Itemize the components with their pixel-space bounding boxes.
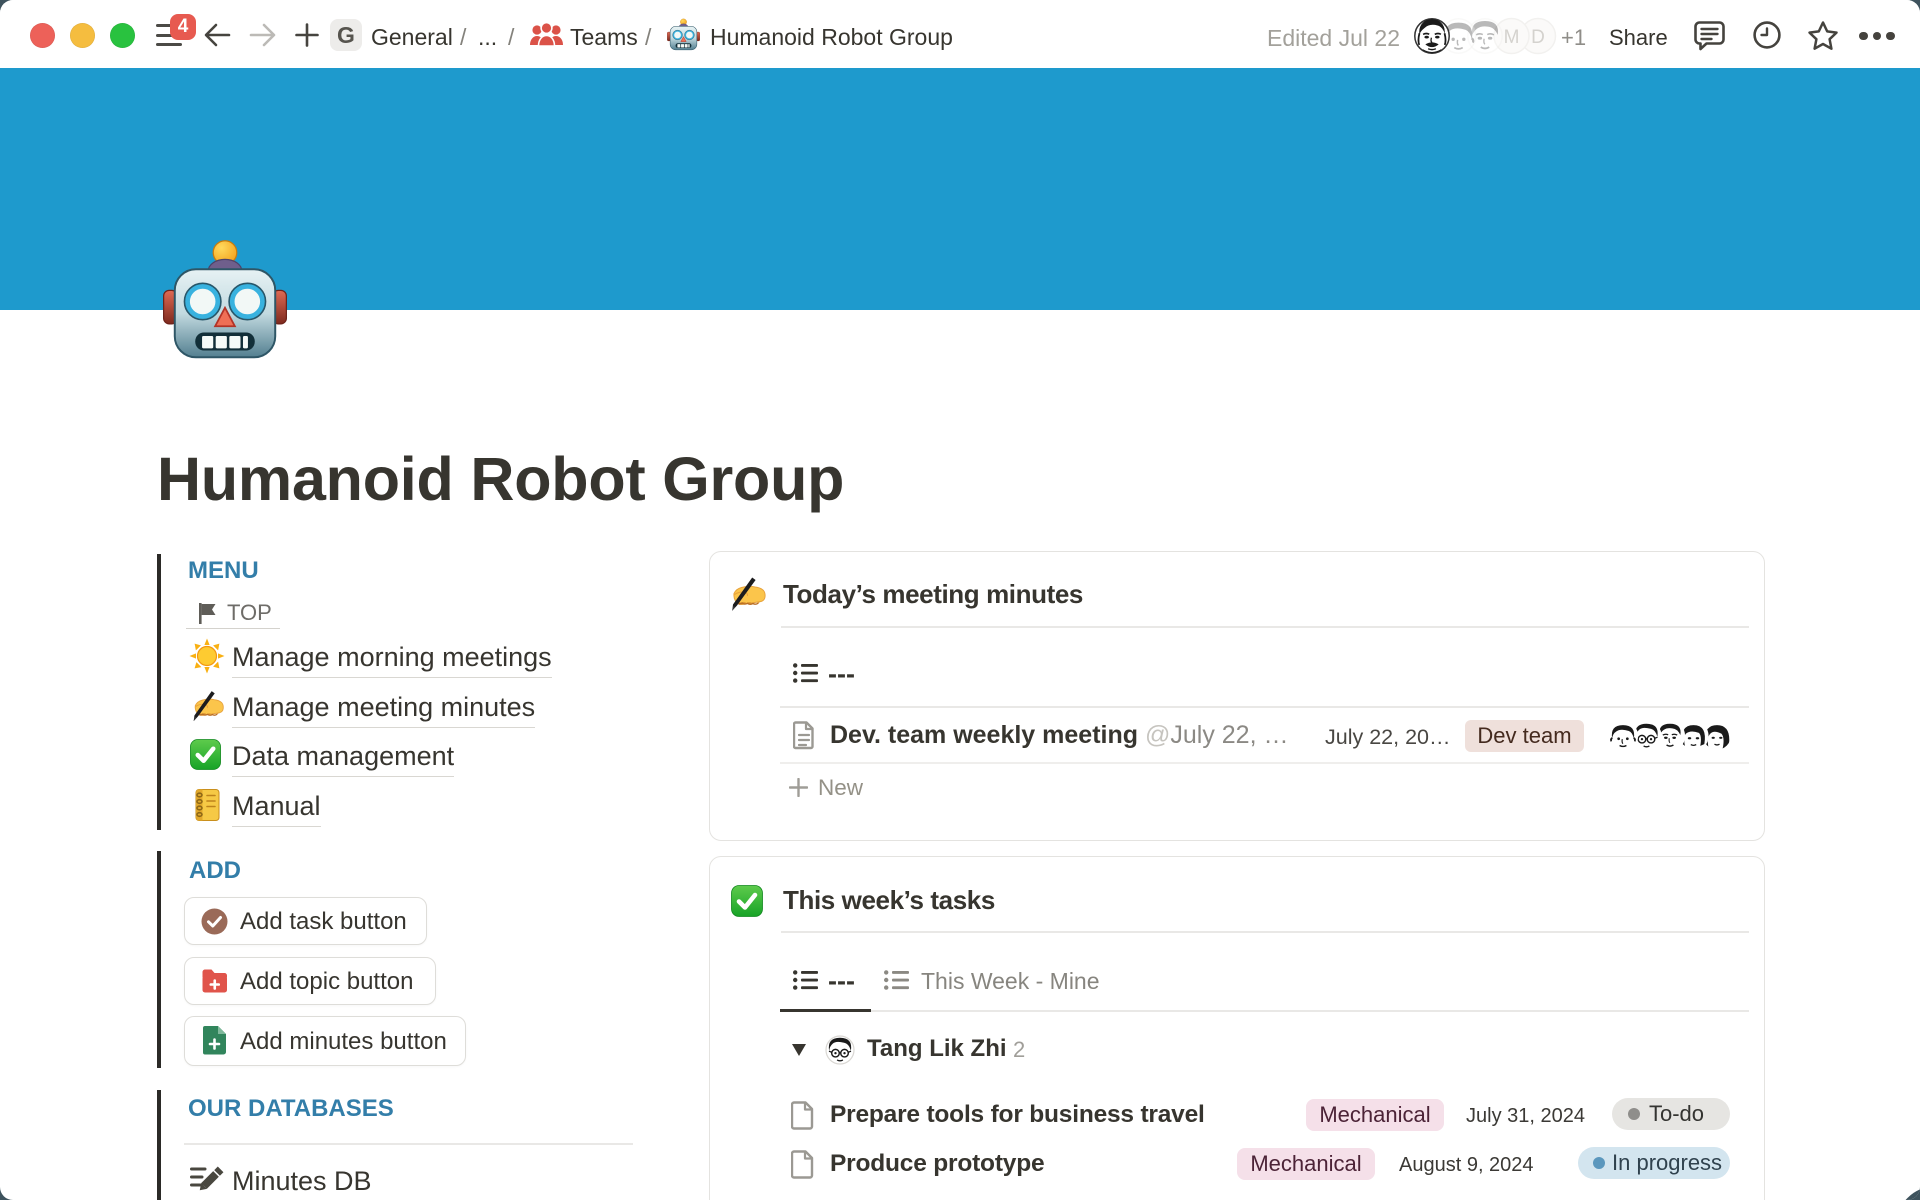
svg-text:M: M — [1504, 27, 1520, 48]
svg-text:D: D — [1531, 27, 1545, 48]
